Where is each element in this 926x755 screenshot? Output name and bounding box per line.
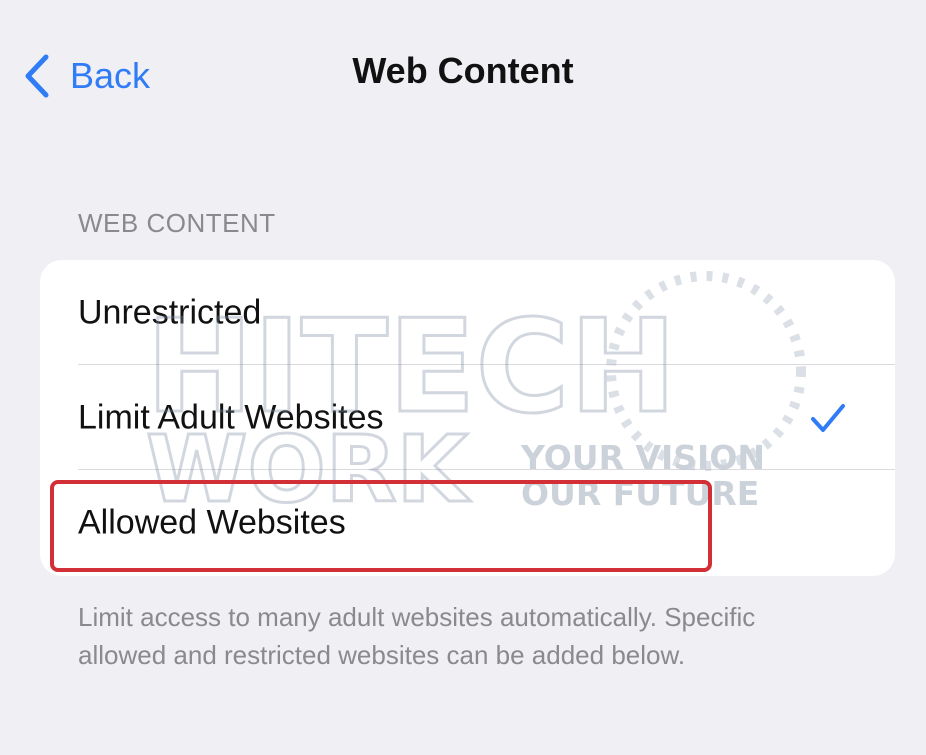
- section-footer: Limit access to many adult websites auto…: [78, 602, 756, 670]
- option-allowed-websites[interactable]: Allowed Websites: [40, 470, 895, 575]
- option-limit-adult-websites[interactable]: Limit Adult Websites: [40, 365, 895, 470]
- screen: Back Web Content WEB CONTENT Unrestricte…: [6, 6, 920, 749]
- page-title: Web Content: [352, 50, 574, 91]
- checkmark-icon: [811, 403, 845, 432]
- option-unrestricted[interactable]: Unrestricted: [40, 260, 895, 365]
- option-label: Unrestricted: [78, 293, 262, 331]
- section-header: WEB CONTENT: [78, 208, 276, 238]
- options-group: Unrestricted Limit Adult Websites Allowe…: [40, 260, 895, 576]
- option-label: Allowed Websites: [78, 503, 346, 541]
- option-label: Limit Adult Websites: [78, 398, 384, 436]
